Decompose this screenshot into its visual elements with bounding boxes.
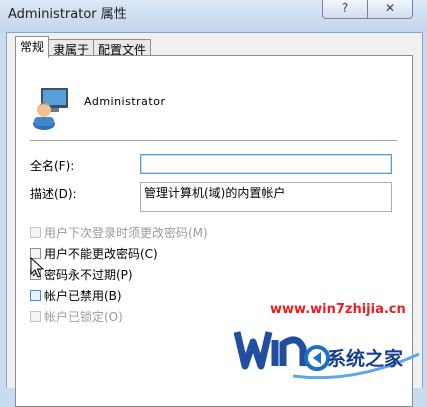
fullname-label: 全名(F): — [30, 159, 75, 173]
user-icon — [33, 88, 68, 130]
checkbox-label: 帐户已锁定(O) — [44, 309, 123, 324]
checkbox-label: 用户下次登录时须更改密码(M) — [44, 225, 208, 240]
tab-strip: 常规 隶属于 配置文件 — [15, 36, 152, 58]
checkbox-label: 用户不能更改密码(C) — [44, 246, 158, 261]
account-disabled-checkbox[interactable]: 帐户已禁用(B) — [30, 287, 122, 303]
checkbox-box[interactable] — [30, 289, 41, 301]
checkbox-label: 帐户已禁用(B) — [44, 288, 122, 303]
cannot-change-password-checkbox[interactable]: 用户不能更改密码(C) — [30, 245, 158, 261]
divider — [30, 140, 397, 142]
close-button[interactable]: ✕ — [368, 0, 413, 19]
watermark-url: www.win7zhijia.cn — [270, 302, 406, 317]
watermark-brand: 系统之家 — [327, 348, 404, 370]
tab-general[interactable]: 常规 — [15, 36, 50, 58]
mouse-cursor-icon — [30, 257, 44, 278]
description-label: 描述(D): — [30, 187, 77, 201]
title-bar: Administrator 属性 ? ✕ — [0, 0, 427, 32]
description-field[interactable]: 管理计算机(域)的内置帐户 — [140, 182, 392, 212]
must-change-password-checkbox[interactable]: 用户下次登录时须更改密码(M) — [30, 224, 208, 240]
window-title: Administrator 属性 — [8, 7, 127, 22]
password-never-expires-checkbox[interactable]: 密码永不过期(P) — [30, 266, 133, 282]
window-controls: ? ✕ — [322, 0, 413, 19]
checkbox-box[interactable] — [30, 310, 41, 322]
fullname-field[interactable] — [140, 154, 392, 174]
account-locked-checkbox[interactable]: 帐户已锁定(O) — [30, 308, 123, 324]
checkbox-label: 密码永不过期(P) — [44, 267, 133, 282]
help-button[interactable]: ? — [322, 0, 368, 19]
user-name: Administrator — [84, 95, 166, 108]
checkbox-box[interactable] — [30, 226, 41, 238]
